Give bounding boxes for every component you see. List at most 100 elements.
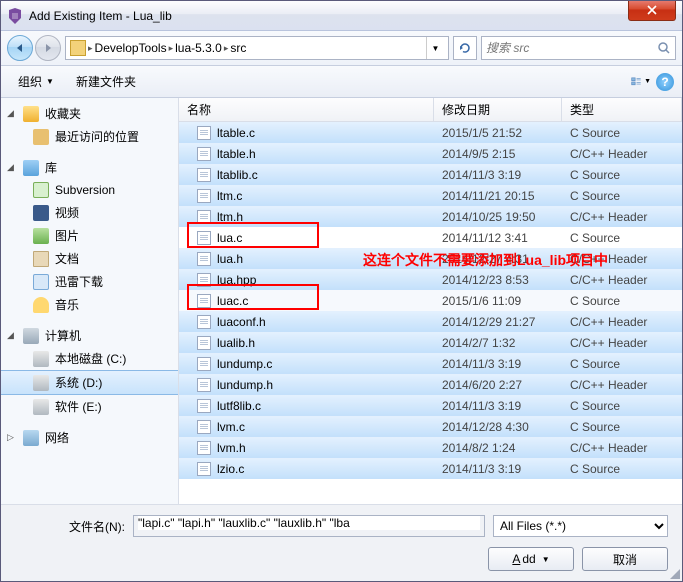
file-list[interactable]: ltable.c2015/1/5 21:52C Source ltable.h2… (179, 122, 682, 504)
disk-icon (33, 375, 49, 391)
nav-arrows (7, 35, 61, 61)
svn-icon (33, 182, 49, 198)
titlebar[interactable]: Add Existing Item - Lua_lib (1, 1, 682, 31)
breadcrumb-seg-3[interactable]: src (230, 41, 246, 55)
file-row[interactable]: lua.hpp2014/12/23 8:53C/C++ Header (179, 269, 682, 290)
file-row[interactable]: lvm.h2014/8/2 1:24C/C++ Header (179, 437, 682, 458)
file-icon (197, 168, 211, 182)
dialog-body: ◢收藏夹 最近访问的位置 ◢库 Subversion 视频 图片 文档 迅雷下载… (1, 98, 682, 504)
file-icon (197, 420, 211, 434)
collapse-icon: ▷ (7, 432, 17, 443)
file-icon (197, 294, 211, 308)
dialog-window: Add Existing Item - Lua_lib ▸ DevelopToo… (0, 0, 683, 582)
chevron-down-icon: ▼ (46, 77, 54, 86)
breadcrumb[interactable]: ▸ DevelopTools ▸ lua-5.3.0 ▸ src ▼ (65, 36, 449, 60)
col-name[interactable]: 名称 (179, 98, 434, 121)
breadcrumb-dropdown[interactable]: ▼ (426, 37, 444, 59)
file-icon (197, 399, 211, 413)
refresh-button[interactable] (453, 36, 477, 60)
sidebar-recent[interactable]: 最近访问的位置 (1, 125, 178, 148)
sidebar-music[interactable]: 音乐 (1, 293, 178, 316)
chevron-right-icon: ▸ (169, 43, 174, 54)
download-icon (33, 274, 49, 290)
file-row[interactable]: ltable.c2015/1/5 21:52C Source (179, 122, 682, 143)
sidebar-favorites[interactable]: ◢收藏夹 (1, 102, 178, 125)
col-date[interactable]: 修改日期 (434, 98, 562, 121)
file-row[interactable]: luaconf.h2014/12/29 21:27C/C++ Header (179, 311, 682, 332)
nav-bar: ▸ DevelopTools ▸ lua-5.3.0 ▸ src ▼ (1, 31, 682, 66)
library-icon (23, 160, 39, 176)
file-row[interactable]: ltable.h2014/9/5 2:15C/C++ Header (179, 143, 682, 164)
document-icon (33, 251, 49, 267)
sidebar-disk-d[interactable]: 系统 (D:) (1, 370, 178, 395)
file-area: 名称 修改日期 类型 ltable.c2015/1/5 21:52C Sourc… (179, 98, 682, 504)
sidebar-doc[interactable]: 文档 (1, 247, 178, 270)
file-row[interactable]: ltm.c2014/11/21 20:15C Source (179, 185, 682, 206)
expand-icon: ◢ (7, 330, 17, 341)
sidebar-computer[interactable]: ◢计算机 (1, 324, 178, 347)
file-row[interactable]: lua.c2014/11/12 3:41C Source (179, 227, 682, 248)
file-icon (197, 441, 211, 455)
disk-icon (33, 351, 49, 367)
column-headers: 名称 修改日期 类型 (179, 98, 682, 122)
file-icon (197, 231, 211, 245)
file-row[interactable]: lundump.h2014/6/20 2:27C/C++ Header (179, 374, 682, 395)
resize-grip[interactable] (668, 567, 680, 579)
breadcrumb-seg-1[interactable]: DevelopTools (95, 41, 167, 55)
star-icon (23, 106, 39, 122)
file-icon (197, 189, 211, 203)
forward-icon (42, 42, 54, 54)
file-icon (197, 378, 211, 392)
file-row[interactable]: ltm.h2014/10/25 19:50C/C++ Header (179, 206, 682, 227)
filename-input[interactable] (138, 516, 480, 530)
computer-icon (23, 328, 39, 344)
add-button[interactable]: Add▼ (488, 547, 574, 571)
file-row[interactable]: lvm.c2014/12/28 4:30C Source (179, 416, 682, 437)
filter-select[interactable]: All Files (*.*) (493, 515, 668, 537)
file-icon (197, 210, 211, 224)
file-icon (197, 273, 211, 287)
music-icon (33, 297, 49, 313)
expand-icon: ◢ (7, 108, 17, 119)
chevron-down-icon: ▼ (432, 44, 440, 53)
sidebar-disk-c[interactable]: 本地磁盘 (C:) (1, 347, 178, 370)
file-row[interactable]: ltablib.c2014/11/3 3:19C Source (179, 164, 682, 185)
chevron-right-icon: ▸ (88, 43, 93, 54)
file-icon (197, 252, 211, 266)
col-type[interactable]: 类型 (562, 98, 682, 121)
refresh-icon (458, 41, 472, 55)
disk-icon (33, 399, 49, 415)
video-icon (33, 205, 49, 221)
organize-button[interactable]: 组织▼ (9, 70, 63, 94)
sidebar-video[interactable]: 视频 (1, 201, 178, 224)
view-icon (631, 75, 642, 89)
forward-button[interactable] (35, 35, 61, 61)
close-button[interactable] (628, 1, 676, 21)
sidebar-download[interactable]: 迅雷下载 (1, 270, 178, 293)
filename-box[interactable] (133, 515, 485, 537)
breadcrumb-seg-2[interactable]: lua-5.3.0 (175, 41, 222, 55)
app-icon (7, 8, 23, 24)
sidebar-network[interactable]: ▷网络 (1, 426, 178, 449)
newfolder-button[interactable]: 新建文件夹 (67, 70, 145, 94)
file-icon (197, 336, 211, 350)
search-input[interactable] (486, 41, 657, 55)
file-row[interactable]: lutf8lib.c2014/11/3 3:19C Source (179, 395, 682, 416)
help-button[interactable]: ? (656, 73, 674, 91)
file-icon (197, 462, 211, 476)
back-button[interactable] (7, 35, 33, 61)
search-box[interactable] (481, 36, 676, 60)
file-row[interactable]: lualib.h2014/2/7 1:32C/C++ Header (179, 332, 682, 353)
sidebar-image[interactable]: 图片 (1, 224, 178, 247)
sidebar-subversion[interactable]: Subversion (1, 179, 178, 201)
sidebar-disk-e[interactable]: 软件 (E:) (1, 395, 178, 418)
file-row[interactable]: luac.c2015/1/6 11:09C Source (179, 290, 682, 311)
file-icon (197, 315, 211, 329)
view-button[interactable]: ▼ (630, 71, 652, 93)
cancel-button[interactable]: 取消 (582, 547, 668, 571)
close-icon (647, 5, 657, 15)
file-row[interactable]: lzio.c2014/11/3 3:19C Source (179, 458, 682, 479)
file-row[interactable]: lua.h2014/12/27 4:31C/C++ Header (179, 248, 682, 269)
sidebar-libraries[interactable]: ◢库 (1, 156, 178, 179)
file-row[interactable]: lundump.c2014/11/3 3:19C Source (179, 353, 682, 374)
